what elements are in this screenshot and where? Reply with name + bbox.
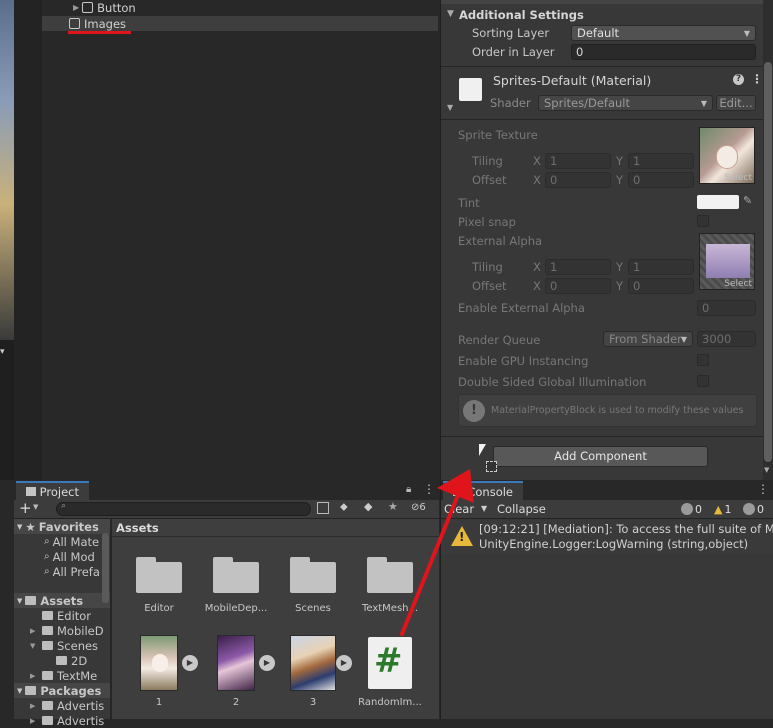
red-arrow-shaft bbox=[400, 483, 464, 636]
red-arrow-annotation bbox=[400, 469, 474, 636]
